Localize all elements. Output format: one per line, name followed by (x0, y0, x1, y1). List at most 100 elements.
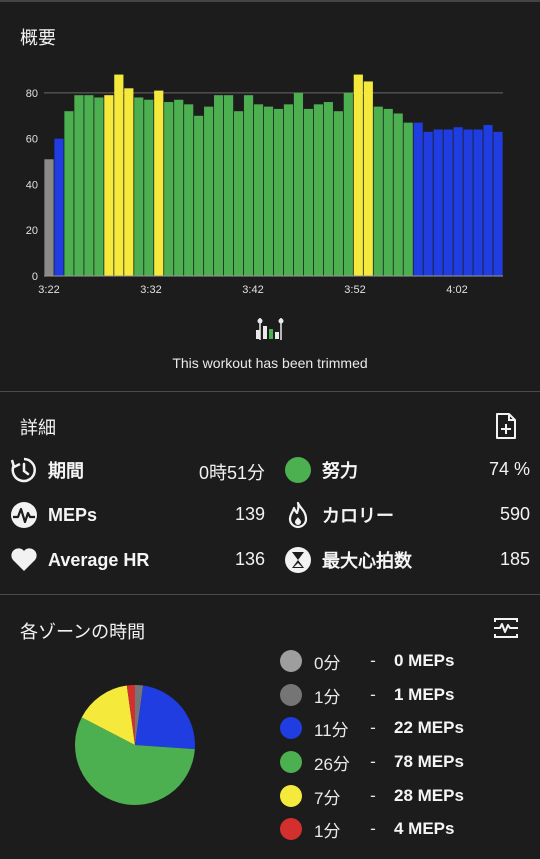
zone-meps: 78 MEPs (394, 752, 464, 771)
stat-effort: 努力 (284, 455, 358, 485)
zone-meps: 28 MEPs (394, 786, 464, 805)
bar (473, 129, 483, 276)
y-tick-label: 80 (26, 88, 38, 100)
bar (224, 95, 234, 276)
zone-minutes: 11分 (314, 720, 349, 740)
bar (94, 97, 104, 276)
heart-icon (10, 546, 38, 574)
bar (194, 115, 204, 277)
y-tick-label: 20 (26, 225, 38, 237)
x-tick-label: 3:52 (344, 284, 365, 296)
bar (443, 129, 453, 276)
bar (493, 131, 503, 276)
zone-minutes: 0分 (314, 653, 341, 673)
stat-label: Average HR (48, 549, 150, 570)
stat-label: MEPs (48, 504, 98, 525)
bar (313, 104, 323, 276)
bar (383, 108, 393, 277)
stat-value: 0時51分 (198, 463, 265, 483)
stat-calories: カロリー (284, 500, 394, 530)
zone-meps: 0 MEPs (394, 651, 455, 670)
bar (273, 108, 284, 277)
x-tick-label: 3:32 (140, 284, 161, 296)
zone-minutes: 26分 (314, 754, 350, 774)
bar (413, 122, 423, 276)
zone-dash: - (370, 819, 376, 838)
stat-value: 590 (499, 504, 530, 524)
stat-value: 136 (234, 549, 265, 569)
y-tick-label: 40 (26, 179, 38, 191)
stat-average-hr: Average HR (10, 545, 149, 575)
zone-settings-icon[interactable] (493, 617, 519, 639)
stat-value: 185 (499, 549, 530, 569)
zone-legend-item: 0分 - 0 MEPs (280, 648, 454, 674)
y-tick-label: 0 (32, 271, 38, 283)
bar (54, 138, 64, 276)
zone-color-dot (280, 785, 302, 807)
zone-legend-item: 7分 - 28 MEPs (280, 783, 464, 809)
overview-title: 概要 (20, 28, 56, 48)
pie-slice (135, 685, 195, 750)
section-divider (0, 391, 540, 392)
zone-minutes: 1分 (314, 821, 341, 841)
bar (104, 95, 114, 276)
bar (333, 111, 343, 276)
zone-color-dot (280, 717, 302, 739)
bar (403, 122, 413, 276)
zone-meps: 1 MEPs (394, 685, 455, 704)
zone-pie-chart (75, 685, 195, 805)
stat-label: 最大心拍数 (322, 551, 412, 571)
meps-icon (10, 501, 38, 529)
stat-value: 139 (234, 504, 265, 524)
bar (283, 104, 294, 276)
bar (373, 106, 383, 276)
calorie-flame-icon (284, 501, 312, 529)
add-document-icon[interactable] (494, 413, 518, 439)
bar (463, 129, 473, 276)
x-tick-label: 3:42 (242, 284, 263, 296)
section-divider (0, 594, 540, 595)
bar (343, 92, 353, 276)
zone-color-dot (280, 818, 302, 840)
stat-label: カロリー (322, 506, 394, 526)
stat-value: 74 % (488, 459, 530, 479)
zone-dash: - (370, 651, 376, 670)
bar (204, 106, 214, 276)
zone-dash: - (370, 718, 376, 737)
bar (84, 95, 94, 276)
bar (323, 102, 333, 276)
y-tick-label: 60 (26, 134, 38, 146)
bar (253, 104, 264, 276)
bar (483, 124, 493, 276)
bar (293, 92, 304, 276)
bar (124, 88, 134, 276)
x-tick-label: 4:02 (446, 284, 467, 296)
zone-color-dot (280, 751, 302, 773)
stat-label: 努力 (322, 461, 358, 481)
stat-label: 期間 (48, 461, 84, 481)
trim-message: This workout has been trimmed (172, 355, 368, 371)
bar (393, 113, 403, 276)
zone-legend-item: 1分 - 1 MEPs (280, 682, 454, 708)
bar (243, 95, 254, 276)
bar (353, 74, 363, 276)
zone-minutes: 7分 (314, 788, 341, 808)
zone-meps: 4 MEPs (394, 819, 455, 838)
hourglass-icon (284, 546, 312, 574)
bar (423, 131, 433, 276)
details-title: 詳細 (20, 418, 56, 438)
zones-title: 各ゾーンの時間 (20, 622, 146, 642)
zone-meps: 22 MEPs (394, 718, 464, 737)
zone-legend-item: 11分 - 22 MEPs (280, 715, 464, 741)
bar (184, 104, 194, 276)
zone-dash: - (370, 786, 376, 805)
effort-icon (284, 456, 312, 484)
zone-dash: - (370, 752, 376, 771)
bar (433, 129, 443, 276)
duration-icon (10, 456, 38, 484)
bar (154, 90, 164, 276)
zone-color-dot (280, 650, 302, 672)
bar (453, 127, 463, 276)
bar (363, 81, 373, 276)
bar (214, 95, 224, 276)
